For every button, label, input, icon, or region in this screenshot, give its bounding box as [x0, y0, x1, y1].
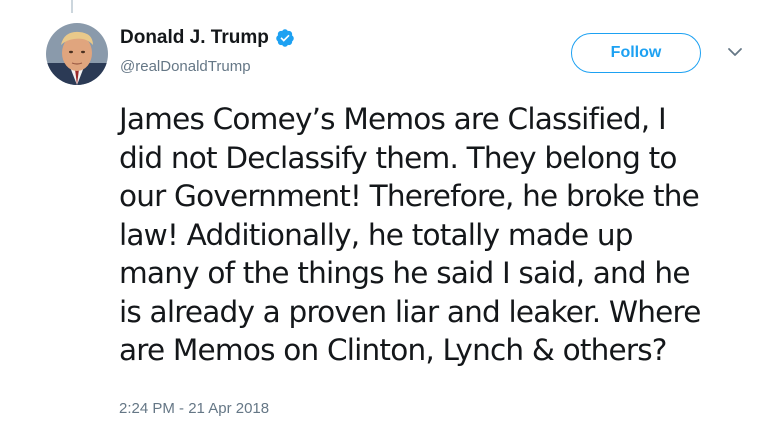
tweet-text-line: our Government! Therefore, he broke the	[119, 179, 700, 213]
tweet-text-line: are Memos on Clinton, Lynch & others?	[119, 333, 667, 367]
author-handle[interactable]: @realDonaldTrump	[120, 58, 251, 75]
follow-button[interactable]: Follow	[571, 33, 701, 73]
tweet-text-line: law! Additionally, he totally made up	[119, 217, 634, 252]
tweet-text-line: is already a proven liar and leaker. Whe…	[119, 294, 701, 329]
tweet-timestamp[interactable]: 2:24 PM - 21 Apr 2018	[119, 400, 269, 417]
author-display-name[interactable]: Donald J. Trump	[120, 27, 269, 49]
tweet-text-line: James Comey’s Memos are Classified, I	[119, 102, 667, 136]
thread-connector-line	[71, 0, 73, 13]
avatar[interactable]	[46, 23, 108, 85]
avatar-image	[46, 23, 108, 85]
author-name-row: Donald J. Trump	[120, 27, 295, 49]
verified-badge-icon	[275, 28, 295, 48]
tweet-text-line: many of the things he said I said, and h…	[119, 256, 690, 290]
tweet-text: James Comey’s Memos are Classified, I di…	[119, 100, 759, 370]
chevron-down-icon[interactable]	[725, 44, 745, 60]
tweet-text-line: did not Declassify them. They belong to	[119, 140, 677, 175]
